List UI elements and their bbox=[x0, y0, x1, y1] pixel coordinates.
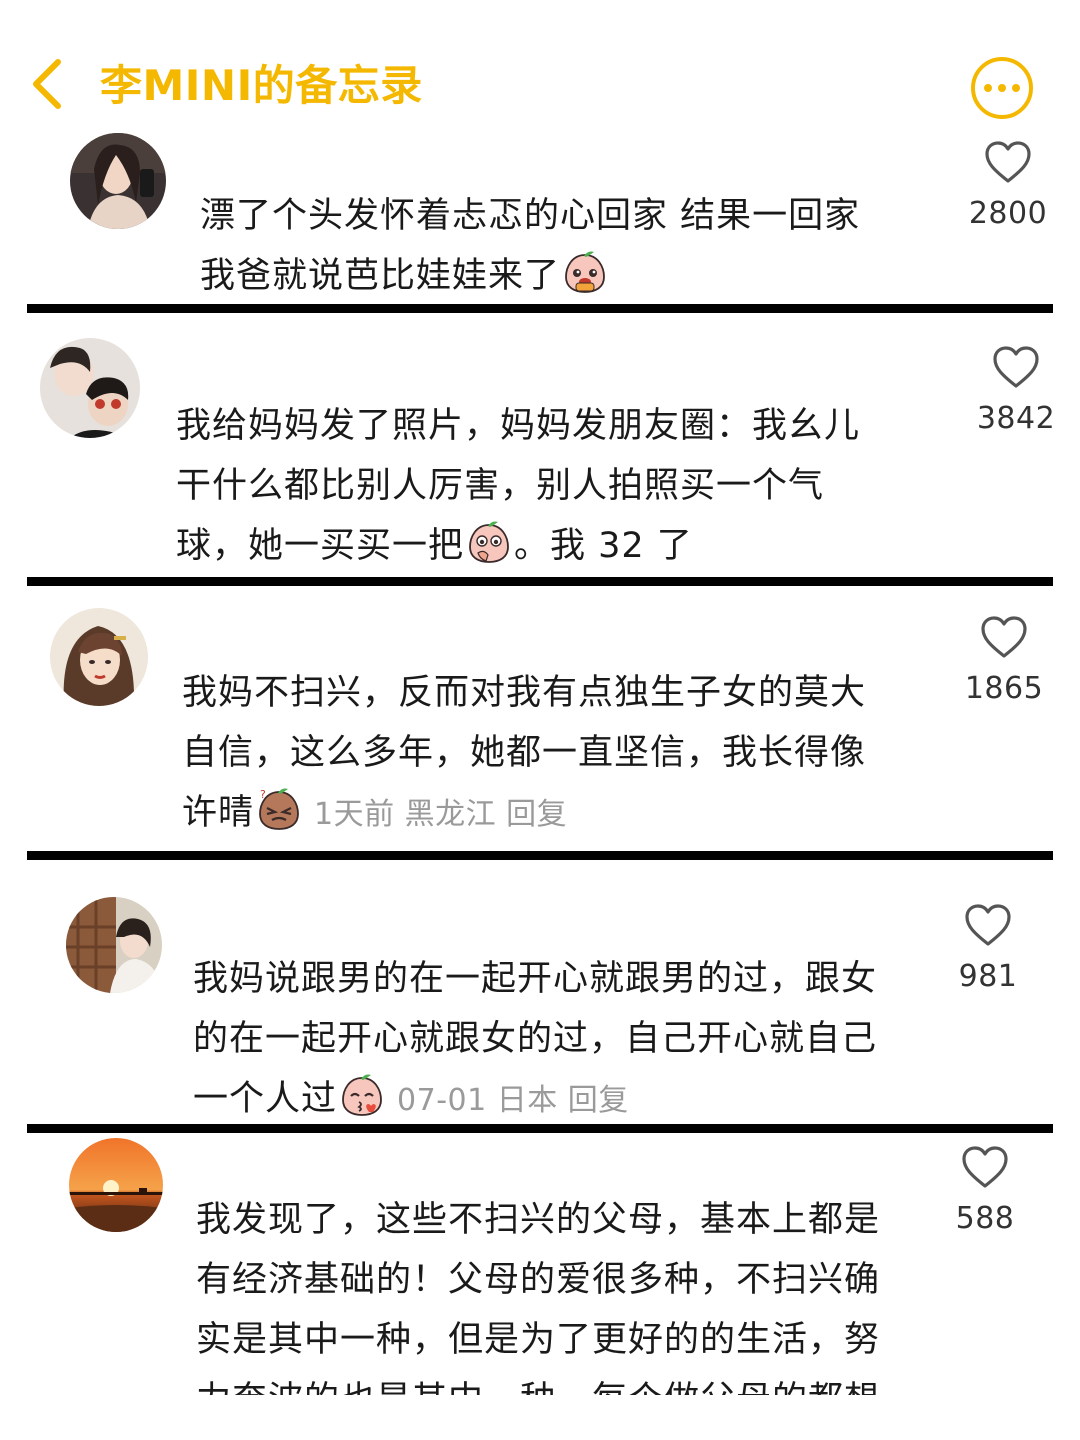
like-control: 2800 bbox=[958, 140, 1058, 231]
avatar[interactable] bbox=[69, 1138, 163, 1232]
like-count: 588 bbox=[955, 1201, 1015, 1236]
like-count: 1865 bbox=[964, 671, 1044, 706]
comment-line: 我给妈妈发了照片，妈妈发朋友圈：我幺儿 bbox=[176, 406, 861, 446]
comment-line-with-emoji: 我爸就说芭比娃娃来了 bbox=[200, 246, 860, 306]
comment-line: 许晴 bbox=[182, 793, 255, 833]
avatar[interactable] bbox=[70, 133, 166, 229]
comment-line: 有经济基础的！父母的爱很多种，不扫兴确 bbox=[196, 1260, 881, 1300]
divider bbox=[27, 1124, 1053, 1133]
top-bar: 李MINI的备忘录 bbox=[0, 0, 1080, 120]
heart-icon[interactable] bbox=[992, 345, 1040, 389]
comment-meta: 1天前 黑龙江 回复 bbox=[314, 797, 577, 832]
comment-time: 07-01 bbox=[397, 1083, 487, 1118]
comment-location: 日本 bbox=[496, 1083, 558, 1118]
like-control: 981 bbox=[938, 903, 1038, 994]
comment-line-with-emoji: 球，她一买买一把 。我 32 了 bbox=[176, 516, 860, 576]
comment-text: 我妈说跟男的在一起开心就跟男的过，跟女 的在一起开心就跟女的过，自己开心就自己 … bbox=[193, 949, 877, 1131]
heart-icon[interactable] bbox=[964, 903, 1012, 947]
comment-text: 我发现了，这些不扫兴的父母，基本上都是 有经济基础的！父母的爱很多种，不扫兴确 … bbox=[196, 1190, 880, 1430]
heart-icon[interactable] bbox=[984, 140, 1032, 184]
divider bbox=[27, 304, 1053, 313]
comment-line-with-meta: 一个人过 07-01 日本 回复 bbox=[193, 1069, 877, 1131]
reply-button[interactable]: 回复 bbox=[506, 797, 567, 832]
screen-bottom-edge bbox=[0, 1395, 1080, 1440]
like-control: 588 bbox=[935, 1145, 1035, 1236]
comment-line: 我妈说跟男的在一起开心就跟男的过，跟女 bbox=[193, 959, 878, 999]
comment-line: 球，她一买买一把 bbox=[176, 526, 465, 566]
comment-location: 黑龙江 bbox=[404, 797, 497, 832]
avatar[interactable] bbox=[50, 608, 148, 706]
page-title: 李MINI的备忘录 bbox=[100, 61, 423, 110]
comment-time: 1天前 bbox=[314, 797, 395, 832]
comment-line: 干什么都比别人厉害，别人拍照买一个气 bbox=[176, 466, 825, 506]
divider bbox=[27, 851, 1053, 860]
avatar[interactable] bbox=[40, 338, 140, 438]
peach-kiss-emoji bbox=[342, 1074, 382, 1116]
comment-line: 。我 32 了 bbox=[514, 526, 693, 566]
peach-confused-emoji: ? bbox=[259, 788, 299, 830]
peach-pleading-emoji bbox=[565, 251, 605, 293]
more-button[interactable] bbox=[971, 57, 1033, 119]
comment-line-with-meta: 许晴 ? 1天前 黑龙江 回复 bbox=[182, 783, 866, 845]
comment-line: 我妈不扫兴，反而对我有点独生子女的莫大 bbox=[182, 673, 867, 713]
like-count: 981 bbox=[958, 959, 1018, 994]
avatar[interactable] bbox=[66, 897, 162, 993]
svg-text:?: ? bbox=[260, 788, 267, 801]
comment-line: 我发现了，这些不扫兴的父母，基本上都是 bbox=[196, 1200, 881, 1240]
reply-button[interactable]: 回复 bbox=[568, 1083, 629, 1118]
comment-text: 我妈不扫兴，反而对我有点独生子女的莫大 自信，这么多年，她都一直坚信，我长得像 … bbox=[182, 663, 866, 845]
like-count: 3842 bbox=[976, 401, 1056, 436]
comment-line: 一个人过 bbox=[193, 1079, 338, 1119]
like-control: 3842 bbox=[966, 345, 1066, 436]
chevron-left-icon bbox=[33, 59, 61, 109]
peach-thinking-emoji bbox=[469, 521, 509, 563]
comment-line: 我爸就说芭比娃娃来了 bbox=[200, 256, 561, 296]
divider bbox=[27, 577, 1053, 586]
more-dots-icon bbox=[981, 84, 1023, 92]
heart-icon[interactable] bbox=[961, 1145, 1009, 1189]
comment-line: 的在一起开心就跟女的过，自己开心就自己 bbox=[193, 1019, 878, 1059]
comment-line: 漂了个头发怀着忐忑的心回家 结果一回家 bbox=[200, 196, 861, 236]
like-count: 2800 bbox=[968, 196, 1048, 231]
like-control: 1865 bbox=[954, 615, 1054, 706]
comment-line: 实是其中一种，但是为了更好的的生活，努 bbox=[196, 1320, 881, 1360]
heart-icon[interactable] bbox=[980, 615, 1028, 659]
comment-text: 漂了个头发怀着忐忑的心回家 结果一回家 我爸就说芭比娃娃来了 bbox=[200, 186, 860, 306]
back-button[interactable] bbox=[20, 52, 76, 116]
comment-meta: 07-01 日本 回复 bbox=[397, 1083, 639, 1118]
comment-line: 自信，这么多年，她都一直坚信，我长得像 bbox=[182, 733, 867, 773]
comment-text: 我给妈妈发了照片，妈妈发朋友圈：我幺儿 干什么都比别人厉害，别人拍照买一个气 球… bbox=[176, 396, 860, 576]
